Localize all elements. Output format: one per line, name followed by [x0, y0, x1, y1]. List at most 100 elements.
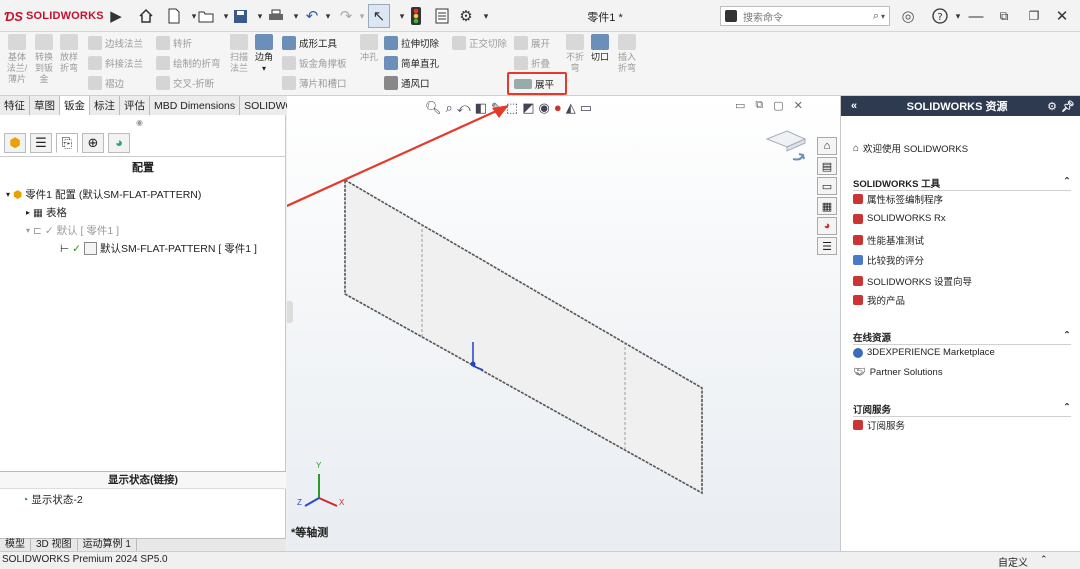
corners-button[interactable]: 边角 ▾: [252, 34, 276, 74]
display-state-item[interactable]: ◔ 显示状态-2: [22, 492, 83, 507]
configuration-manager-icon[interactable]: ⎘: [56, 132, 78, 153]
lofted-bend-button[interactable]: 放样 折弯: [56, 34, 82, 74]
panel-options-gear-icon[interactable]: ⚙: [1047, 100, 1057, 113]
property-manager-icon[interactable]: ☰: [30, 132, 52, 153]
file-explorer-icon[interactable]: ▭: [817, 177, 837, 195]
tree-root-config[interactable]: ▾ ⬢ 零件1 配置 (默认SM-FLAT-PATTERN): [6, 187, 201, 202]
welcome-link[interactable]: ⌂ 欢迎使用 SOLIDWORKS: [853, 141, 968, 156]
units-custom[interactable]: 自定义: [998, 554, 1028, 569]
tab-model[interactable]: 模型: [0, 539, 31, 551]
tab-sketch[interactable]: 草图: [30, 96, 60, 115]
flat-sheet-model[interactable]: [287, 96, 840, 551]
user-account-icon[interactable]: ◎: [898, 6, 918, 26]
subscription-link[interactable]: 订阅服务: [853, 418, 905, 432]
tab-3d-views[interactable]: 3D 视图: [31, 539, 78, 551]
tab-features[interactable]: 特征: [0, 96, 30, 115]
design-library-icon[interactable]: ▤: [817, 157, 837, 175]
units-dropdown-icon[interactable]: ⌃: [1040, 554, 1048, 565]
normal-cut-button[interactable]: 正交切除: [452, 34, 507, 52]
collapse-icon[interactable]: ⌃: [1063, 176, 1071, 190]
collapse-icon[interactable]: ⌃: [1063, 330, 1071, 344]
feature-manager-icon[interactable]: ⬢: [4, 132, 26, 153]
tree-flat-pattern-config[interactable]: ⊢ ✓ 默认SM-FLAT-PATTERN [ 零件1 ]: [60, 241, 257, 256]
help-dropdown-icon[interactable]: ▾: [948, 6, 968, 26]
appearances-icon[interactable]: ◕: [817, 217, 837, 235]
home-icon[interactable]: [136, 6, 156, 26]
print-icon[interactable]: [266, 6, 286, 26]
select-pointer-icon[interactable]: ↖: [368, 4, 390, 28]
corners-dropdown-icon[interactable]: ▾: [252, 63, 276, 74]
task-pane-home-icon[interactable]: ⌂: [817, 137, 837, 155]
solidworks-rx-link[interactable]: SOLIDWORKS Rx: [853, 213, 946, 224]
panel-grip-icon[interactable]: ◉: [136, 118, 143, 127]
search-commands-box[interactable]: 搜索命令 ⌕ ▾: [720, 6, 890, 26]
simple-hole-button[interactable]: 简单直孔: [384, 54, 439, 72]
vent-button[interactable]: 通风口: [384, 74, 430, 92]
no-bends-button[interactable]: 不折 弯: [562, 34, 588, 74]
tree-default-config[interactable]: ▾ ⊏ ✓ 默认 [ 零件1 ]: [26, 223, 119, 238]
tab-and-slot-button[interactable]: 薄片和槽口: [282, 74, 347, 92]
tab-mbd-dimensions[interactable]: MBD Dimensions: [150, 96, 241, 115]
sketched-bend-button[interactable]: 绘制的折弯: [156, 54, 221, 72]
tab-motion-study[interactable]: 运动算例 1: [78, 539, 137, 551]
miter-flange-button[interactable]: 斜接法兰: [88, 54, 143, 72]
restore-down-icon[interactable]: ❐: [1024, 6, 1044, 26]
search-dropdown-icon[interactable]: ▾: [881, 12, 885, 21]
base-flange-button[interactable]: 基体 法兰/ 薄片: [4, 34, 30, 85]
tools-section-header[interactable]: SOLIDWORKS 工具 ⌃: [853, 176, 1071, 191]
tab-markup[interactable]: 标注: [90, 96, 120, 115]
collapse-arrow-icon[interactable]: ▾: [26, 226, 30, 235]
partner-solutions-link[interactable]: 🤝︎ Partner Solutions: [853, 367, 943, 378]
settings-wizard-link[interactable]: SOLIDWORKS 设置向导: [853, 274, 972, 288]
marketplace-link[interactable]: 3DEXPERIENCE Marketplace: [853, 347, 995, 358]
expand-menu-icon[interactable]: ▶: [106, 6, 126, 26]
compare-my-score-link[interactable]: 比较我的评分: [853, 253, 924, 267]
display-manager-icon[interactable]: ◕: [108, 132, 130, 153]
file-properties-icon[interactable]: [432, 6, 452, 26]
subscription-header[interactable]: 订阅服务 ⌃: [853, 402, 1071, 417]
collapse-panel-icon[interactable]: «: [841, 100, 867, 112]
my-products-link[interactable]: 我的产品: [853, 293, 905, 307]
options-dropdown-icon[interactable]: ▾: [476, 6, 496, 26]
edge-flange-button[interactable]: 边线法兰: [88, 34, 143, 52]
unfold-button[interactable]: 展开: [514, 34, 550, 52]
sheet-metal-gusset-button[interactable]: 钣金角撑板: [282, 54, 347, 72]
undo-dropdown-icon[interactable]: ▾: [318, 6, 338, 26]
online-resources-header[interactable]: 在线资源 ⌃: [853, 330, 1071, 345]
tab-sheet-metal[interactable]: 钣金: [60, 96, 90, 115]
dimxpert-manager-icon[interactable]: ⊕: [82, 132, 104, 153]
help-icon[interactable]: ?: [930, 6, 950, 26]
search-icon[interactable]: ⌕: [873, 10, 879, 23]
restore-icon[interactable]: ⧉: [994, 6, 1014, 26]
pin-icon[interactable]: 📌︎: [1061, 100, 1075, 113]
convert-to-sheet-metal-button[interactable]: 转换 到钣 金: [31, 34, 57, 85]
graphics-viewport[interactable]: 🔍︎ ⌕ ⤺ ◧ ✎ ⬚ ◩ ◉ ● ◭ ▭ ▭ ⧉ ▢ ✕ Y X Z: [287, 96, 840, 551]
rebuild-traffic-light-icon[interactable]: [406, 6, 426, 26]
performance-benchmark-link[interactable]: 性能基准测试: [853, 233, 924, 247]
stamp-button[interactable]: 冲孔: [356, 34, 382, 63]
custom-properties-icon[interactable]: ☰: [817, 237, 837, 255]
forming-tool-button[interactable]: 成形工具: [282, 34, 337, 52]
swept-flange-button[interactable]: 扫描 法兰: [226, 34, 252, 74]
property-tab-builder-link[interactable]: 属性标签编制程序: [853, 192, 943, 206]
insert-bends-button[interactable]: 插入 折弯: [614, 34, 640, 74]
minimize-icon[interactable]: —: [966, 6, 986, 26]
open-folder-icon[interactable]: [196, 6, 216, 26]
collapse-arrow-icon[interactable]: ▾: [6, 190, 10, 199]
tab-evaluate[interactable]: 评估: [120, 96, 150, 115]
tree-tables[interactable]: ▸ ▦ 表格: [26, 205, 67, 220]
hem-button[interactable]: 褶边: [88, 74, 124, 92]
view-palette-icon[interactable]: ▦: [817, 197, 837, 215]
extruded-cut-button[interactable]: 拉伸切除: [384, 34, 439, 52]
options-gear-icon[interactable]: ⚙: [456, 6, 476, 26]
cross-break-button[interactable]: 交叉-折断: [156, 74, 214, 92]
extruded-cut-icon: [384, 36, 398, 50]
collapse-icon[interactable]: ⌃: [1063, 402, 1071, 416]
rip-button[interactable]: 切口: [589, 34, 611, 63]
expand-arrow-icon[interactable]: ▸: [26, 208, 30, 217]
new-document-icon[interactable]: [164, 6, 184, 26]
jog-button[interactable]: 转折: [156, 34, 192, 52]
save-icon[interactable]: [230, 6, 250, 26]
fold-button[interactable]: 折叠: [514, 54, 550, 72]
close-icon[interactable]: ✕: [1052, 6, 1072, 26]
